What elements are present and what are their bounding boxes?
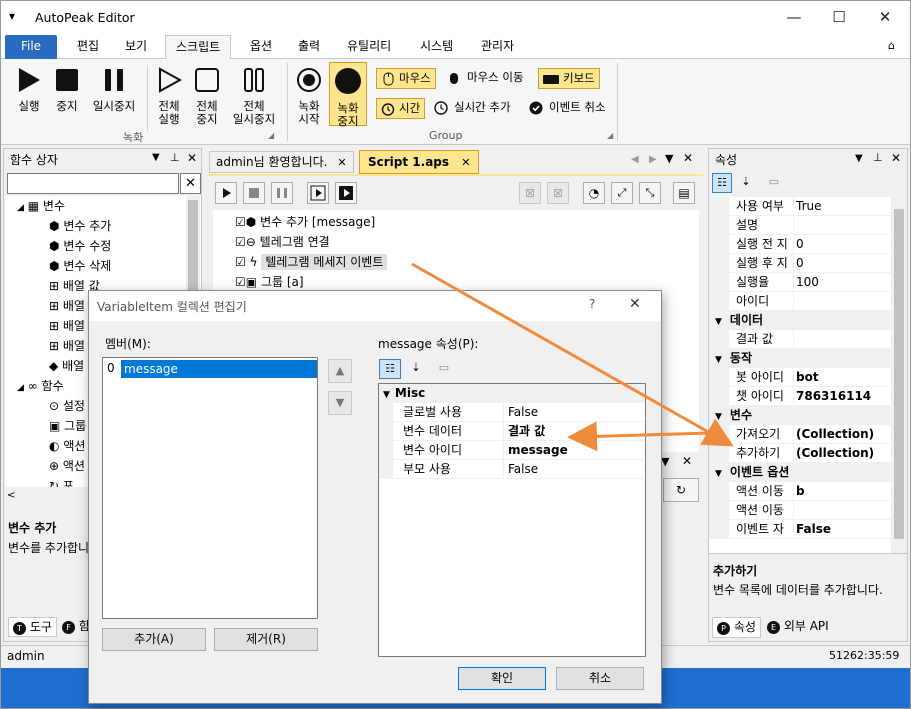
annotation-arrow [411,262,734,447]
annotation-arrow [567,421,711,452]
annotation-arrows [411,262,734,452]
